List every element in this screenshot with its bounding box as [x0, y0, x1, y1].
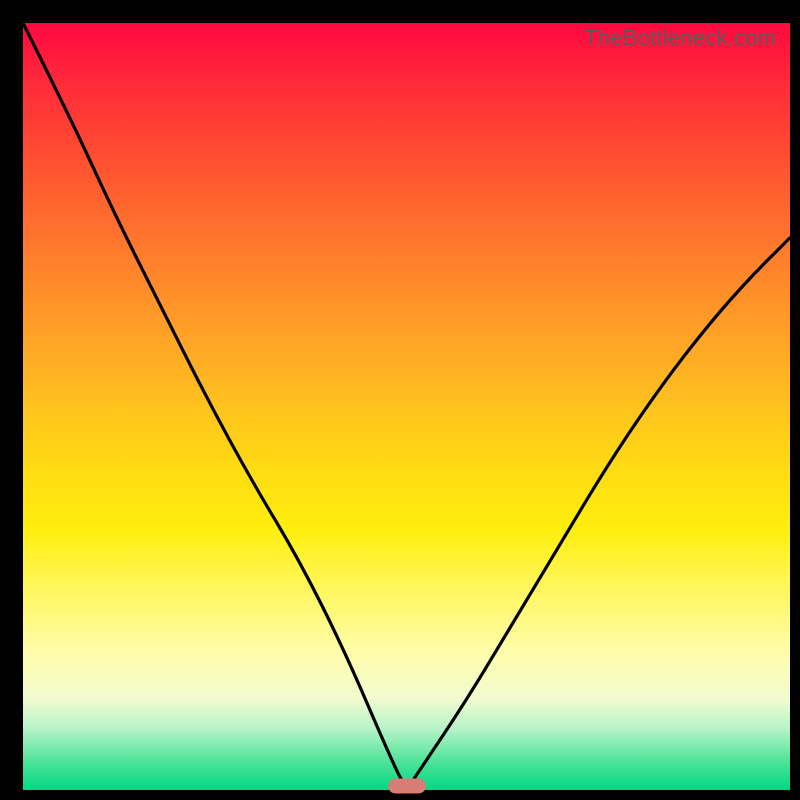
chart-frame: TheBottleneck.com: [0, 0, 800, 800]
bottleneck-curve: [23, 23, 790, 790]
watermark-text: TheBottleneck.com: [584, 25, 776, 51]
plot-area: TheBottleneck.com: [23, 23, 790, 790]
optimal-marker: [388, 779, 426, 794]
curve-path: [23, 23, 790, 783]
